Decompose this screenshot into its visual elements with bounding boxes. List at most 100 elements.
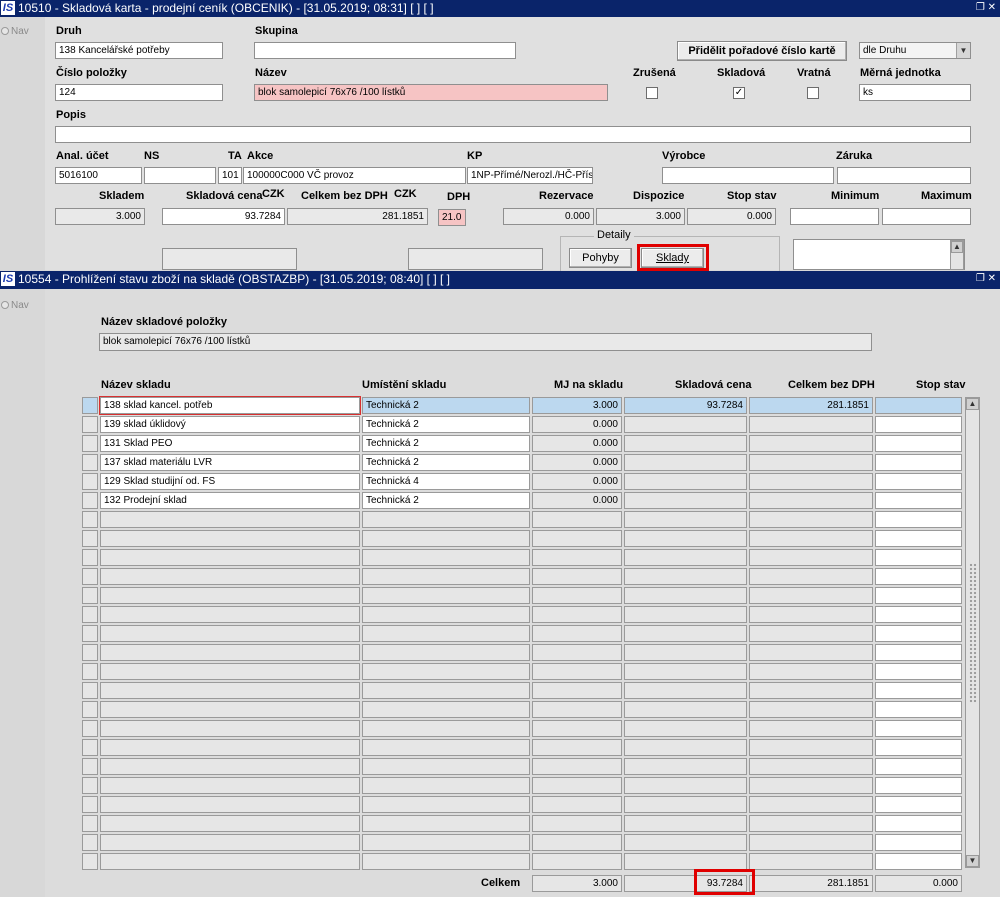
empty-cell[interactable] [532, 606, 622, 623]
empty-cell[interactable] [100, 701, 360, 718]
empty-cell[interactable] [749, 625, 873, 642]
row-selector[interactable] [82, 682, 98, 699]
pohyby-button[interactable]: Pohyby [569, 248, 632, 268]
vratna-checkbox[interactable] [807, 87, 819, 99]
empty-cell[interactable] [100, 549, 360, 566]
row-selector[interactable] [82, 606, 98, 623]
empty-cell[interactable] [362, 739, 530, 756]
empty-cell[interactable] [624, 663, 747, 680]
empty-cell[interactable] [100, 511, 360, 528]
merna-field[interactable]: ks [859, 84, 971, 101]
table-cell[interactable]: Technická 2 [362, 416, 530, 433]
empty-cell[interactable] [362, 701, 530, 718]
empty-cell[interactable] [362, 777, 530, 794]
empty-cell[interactable] [749, 796, 873, 813]
row-selector[interactable] [82, 720, 98, 737]
table-cell[interactable]: Technická 2 [362, 397, 530, 414]
restore-window-icon[interactable]: ❐ ✕ [976, 2, 996, 14]
row-selector[interactable] [82, 473, 98, 490]
empty-cell[interactable] [362, 815, 530, 832]
table-cell[interactable]: 0.000 [532, 473, 622, 490]
ta-field[interactable]: 101 [218, 167, 242, 184]
empty-cell[interactable] [624, 606, 747, 623]
empty-cell[interactable] [100, 663, 360, 680]
row-selector[interactable] [82, 739, 98, 756]
empty-cell[interactable] [362, 796, 530, 813]
row-selector[interactable] [82, 701, 98, 718]
table-cell[interactable]: 281.1851 [749, 397, 873, 414]
table-cell[interactable] [875, 416, 962, 433]
empty-cell[interactable] [532, 530, 622, 547]
pridelit-cislo-button[interactable]: Přidělit pořadové číslo kartě [677, 41, 847, 61]
empty-cell[interactable] [624, 701, 747, 718]
empty-cell[interactable] [624, 625, 747, 642]
zrusena-checkbox[interactable] [646, 87, 658, 99]
empty-cell[interactable] [875, 739, 962, 756]
table-cell[interactable] [875, 454, 962, 471]
empty-cell[interactable] [875, 511, 962, 528]
row-selector[interactable] [82, 777, 98, 794]
row-selector[interactable] [82, 568, 98, 585]
window1-titlebar[interactable]: IS 10510 - Skladová karta - prodejní cen… [0, 0, 1000, 17]
empty-cell[interactable] [875, 853, 962, 870]
table-cell[interactable] [749, 473, 873, 490]
kp-field[interactable]: 1NP-Přímé/Nerozl./HČ-Přísp [467, 167, 593, 184]
empty-cell[interactable] [749, 815, 873, 832]
row-selector[interactable] [82, 796, 98, 813]
anal-field[interactable]: 5016100 [55, 167, 142, 184]
table-cell[interactable]: Technická 2 [362, 435, 530, 452]
empty-cell[interactable] [875, 663, 962, 680]
empty-cell[interactable] [100, 568, 360, 585]
scrollbar-grip[interactable] [969, 563, 977, 703]
chevron-down-icon[interactable]: ▼ [956, 43, 970, 58]
maximum-field[interactable] [882, 208, 971, 225]
row-selector[interactable] [82, 530, 98, 547]
table-cell[interactable] [875, 492, 962, 509]
table-cell[interactable] [624, 473, 747, 490]
empty-cell[interactable] [749, 720, 873, 737]
window2-titlebar[interactable]: IS 10554 - Prohlížení stavu zboží na skl… [0, 271, 1000, 289]
empty-cell[interactable] [624, 834, 747, 851]
empty-cell[interactable] [532, 549, 622, 566]
table-cell[interactable]: 0.000 [532, 416, 622, 433]
empty-cell[interactable] [100, 853, 360, 870]
empty-cell[interactable] [362, 511, 530, 528]
row-selector[interactable] [82, 853, 98, 870]
scroll-up-icon[interactable]: ▲ [966, 398, 979, 410]
empty-cell[interactable] [532, 796, 622, 813]
empty-cell[interactable] [100, 606, 360, 623]
table-cell[interactable] [624, 416, 747, 433]
empty-cell[interactable] [624, 549, 747, 566]
row-selector[interactable] [82, 644, 98, 661]
empty-cell[interactable] [875, 701, 962, 718]
empty-cell[interactable] [532, 758, 622, 775]
table-cell[interactable] [875, 435, 962, 452]
empty-cell[interactable] [362, 720, 530, 737]
row-selector[interactable] [82, 549, 98, 566]
row-selector[interactable] [82, 397, 98, 414]
row-selector[interactable] [82, 587, 98, 604]
table-cell[interactable] [749, 454, 873, 471]
empty-cell[interactable] [100, 530, 360, 547]
vyrobce-field[interactable] [662, 167, 834, 184]
akce-field[interactable]: 100000C000 VČ provoz [243, 167, 466, 184]
table-cell[interactable]: 131 Sklad PEO [100, 435, 360, 452]
empty-cell[interactable] [749, 549, 873, 566]
empty-cell[interactable] [532, 720, 622, 737]
empty-cell[interactable] [532, 682, 622, 699]
empty-cell[interactable] [532, 739, 622, 756]
empty-cell[interactable] [362, 568, 530, 585]
empty-cell[interactable] [749, 701, 873, 718]
empty-cell[interactable] [749, 511, 873, 528]
empty-cell[interactable] [100, 720, 360, 737]
scroll-down-icon[interactable]: ▼ [966, 855, 979, 867]
empty-cell[interactable] [875, 530, 962, 547]
empty-cell[interactable] [532, 777, 622, 794]
empty-cell[interactable] [749, 682, 873, 699]
table-cell[interactable]: 93.7284 [624, 397, 747, 414]
empty-cell[interactable] [100, 682, 360, 699]
table-cell[interactable] [749, 492, 873, 509]
empty-cell[interactable] [875, 777, 962, 794]
empty-cell[interactable] [624, 530, 747, 547]
table-cell[interactable] [624, 435, 747, 452]
